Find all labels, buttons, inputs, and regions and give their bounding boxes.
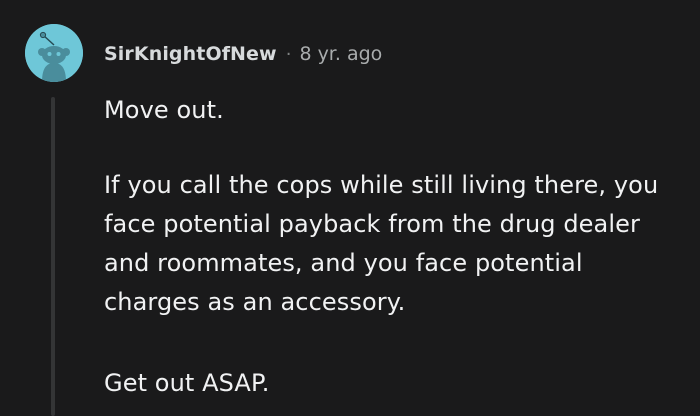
username-link[interactable]: SirKnightOfNew bbox=[104, 43, 277, 65]
comment-paragraph: Get out ASAP. bbox=[104, 369, 270, 397]
snoo-avatar-icon bbox=[25, 24, 83, 82]
comment-paragraph: If you call the cops while still living … bbox=[104, 171, 659, 316]
comment: SirKnightOfNew · 8 yr. ago Move out. If … bbox=[0, 0, 700, 416]
comment-header: SirKnightOfNew · 8 yr. ago bbox=[104, 39, 382, 69]
user-avatar[interactable] bbox=[25, 24, 83, 82]
meta-separator: · bbox=[285, 43, 292, 65]
thread-line[interactable] bbox=[51, 97, 55, 416]
comment-paragraph: Move out. bbox=[104, 96, 224, 124]
comment-timestamp[interactable]: 8 yr. ago bbox=[299, 43, 382, 65]
